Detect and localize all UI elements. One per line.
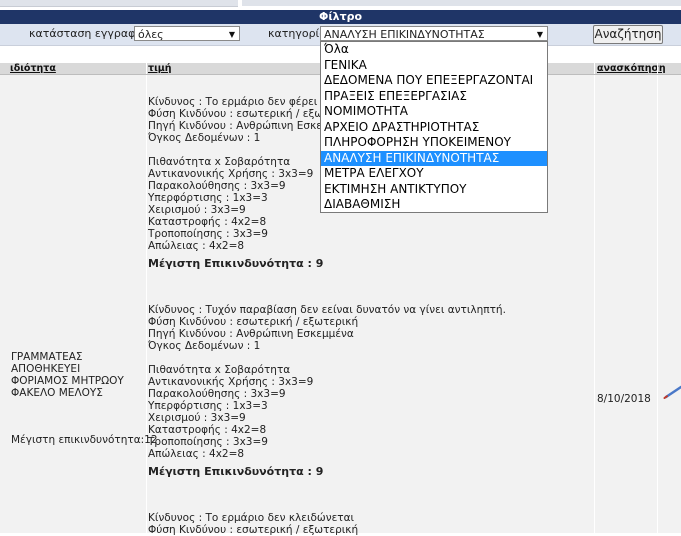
risk-line: Κίνδυνος : Τυχόν παραβίαση δεν εείναι δυ…	[148, 304, 506, 316]
dropdown-option[interactable]: ΠΛΗΡΟΦΟΡΗΣΗ ΥΠΟΚΕΙΜΕΝΟΥ	[321, 135, 547, 151]
category-select[interactable]: ΑΝΑΛΥΣΗ ΕΠΙΚΙΝΔΥΝΟΤΗΤΑΣ ▼	[320, 26, 548, 41]
dropdown-option[interactable]: ΜΕΤΡΑ ΕΛΕΓΧΟΥ	[321, 166, 547, 182]
risk-factor-line: Τροποποίησης : 3x3=9	[148, 228, 268, 240]
category-select-value: ΑΝΑΛΥΣΗ ΕΠΙΚΙΝΔΥΝΟΤΗΤΑΣ	[324, 28, 485, 41]
column-divider	[657, 75, 658, 533]
header-divider	[657, 63, 658, 74]
category-dropdown-list[interactable]: Όλα ΓΕΝΙΚΑ ΔΕΔΟΜΕΝΑ ΠΟΥ ΕΠΕΞΕΡΓΑΖΟΝΤΑΙ ΠΡΑΞ…	[320, 41, 548, 213]
search-button[interactable]: Αναζήτηση	[593, 25, 663, 44]
dropdown-option[interactable]: ΝΟΜΙΜΟΤΗΤΑ	[321, 104, 547, 120]
chevron-down-icon: ▼	[536, 30, 543, 39]
dropdown-option[interactable]: ΔΕΔΟΜΕΝΑ ΠΟΥ ΕΠΕΞΕΡΓΑΖΟΝΤΑΙ	[321, 73, 547, 89]
risk-line: Όγκος Δεδομένων : 1	[148, 340, 261, 352]
risk-factor-line: Καταστροφής : 4x2=8	[148, 424, 267, 436]
risk-factor-line: Απώλειας : 4x2=8	[148, 448, 245, 460]
risk-factor-line: Τροποποίησης : 3x3=9	[148, 436, 268, 448]
filter-title-bar: Φίλτρο	[0, 10, 681, 24]
max-risk-line: Μέγιστη Επικινδυνότητα : 9	[148, 465, 324, 478]
header-review[interactable]: ανασκόπηση	[597, 63, 666, 74]
category-label: κατηγορία	[268, 27, 327, 40]
risk-factor-line: Καταστροφής : 4x2=8	[148, 216, 267, 228]
top-strip-cell-2	[242, 0, 681, 6]
dropdown-option[interactable]: ΔΙΑΒΑΘΜΙΣΗ	[321, 197, 547, 213]
column-divider	[594, 75, 595, 533]
property-max-risk: Μέγιστη επικινδυνότητα:12	[11, 434, 158, 446]
dropdown-option[interactable]: ΑΡΧΕΙΟ ΔΡΑΣΤΗΡΙΟΤΗΤΑΣ	[321, 120, 547, 136]
chevron-down-icon: ▼	[228, 30, 235, 39]
property-line: ΓΡΑΜΜΑΤΕΑΣ	[11, 351, 83, 363]
status-select-value: όλες	[138, 28, 164, 41]
header-divider	[594, 63, 595, 74]
risk-factor-line: Πιθανότητα x Σοβαρότητα	[148, 364, 291, 376]
review-date: 8/10/2018	[597, 393, 651, 405]
dropdown-option[interactable]: ΕΚΤΙΜΗΣΗ ΑΝΤΙΚΤΥΠΟΥ	[321, 182, 547, 198]
header-value[interactable]: τιμή	[148, 63, 172, 74]
dropdown-option[interactable]: ΓΕΝΙΚΑ	[321, 58, 547, 74]
risk-line: Πηγή Κινδύνου : Ανθρώπινη Εσκεμμένα	[148, 328, 354, 340]
max-risk-line: Μέγιστη Επικινδυνότητα : 9	[148, 257, 324, 270]
risk-line: Κίνδυνος : Το ερμάριο δεν κλειδώνεται	[148, 512, 355, 524]
risk-factor-line: Χειρισμού : 3x3=9	[148, 412, 246, 424]
dropdown-option[interactable]: ΑΝΑΛΥΣΗ ΕΠΙΚΙΝΔΥΝΟΤΗΤΑΣ	[321, 150, 547, 166]
header-divider	[146, 63, 147, 74]
column-divider	[146, 75, 147, 533]
top-strip	[0, 0, 681, 7]
risk-factor-line: Παρακολούθησης : 3x3=9	[148, 388, 286, 400]
property-line: ΦΑΚΕΛΟ ΜΕΛΟΥΣ	[11, 387, 103, 399]
property-line: ΑΠΟΘΗΚΕΥΕΙ	[11, 363, 81, 375]
risk-factor-line: Αντικανονικής Χρήσης : 3x3=9	[148, 376, 314, 388]
top-strip-cell	[0, 0, 238, 7]
property-line: ΦΟΡΙΑΜΟΣ ΜΗΤΡΩΟΥ	[11, 375, 124, 387]
dropdown-option[interactable]: ΠΡΑΞΕΙΣ ΕΠΕΞΕΡΓΑΣΙΑΣ	[321, 89, 547, 105]
property-cell: ΓΡΑΜΜΑΤΕΑΣ ΑΠΟΘΗΚΕΥΕΙ ΦΟΡΙΑΜΟΣ ΜΗΤΡΩΟΥ ΦΑΚΕ…	[11, 351, 146, 399]
pencil-icon[interactable]	[662, 385, 681, 399]
risk-factor-line: Απώλειας : 4x2=8	[148, 240, 245, 252]
status-label: κατάσταση εγγραφών	[29, 27, 151, 40]
risk-line: Φύση Κινδύνου : εσωτερική / εξωτερική	[148, 524, 359, 536]
risk-factor-line: Υπερφόρτισης : 1x3=3	[148, 400, 268, 412]
status-select[interactable]: όλες ▼	[134, 26, 240, 41]
risk-line: Φύση Κινδύνου : εσωτερική / εξωτερική	[148, 316, 359, 328]
header-property[interactable]: ιδιότητα	[10, 63, 56, 74]
dropdown-option[interactable]: Όλα	[321, 42, 547, 58]
